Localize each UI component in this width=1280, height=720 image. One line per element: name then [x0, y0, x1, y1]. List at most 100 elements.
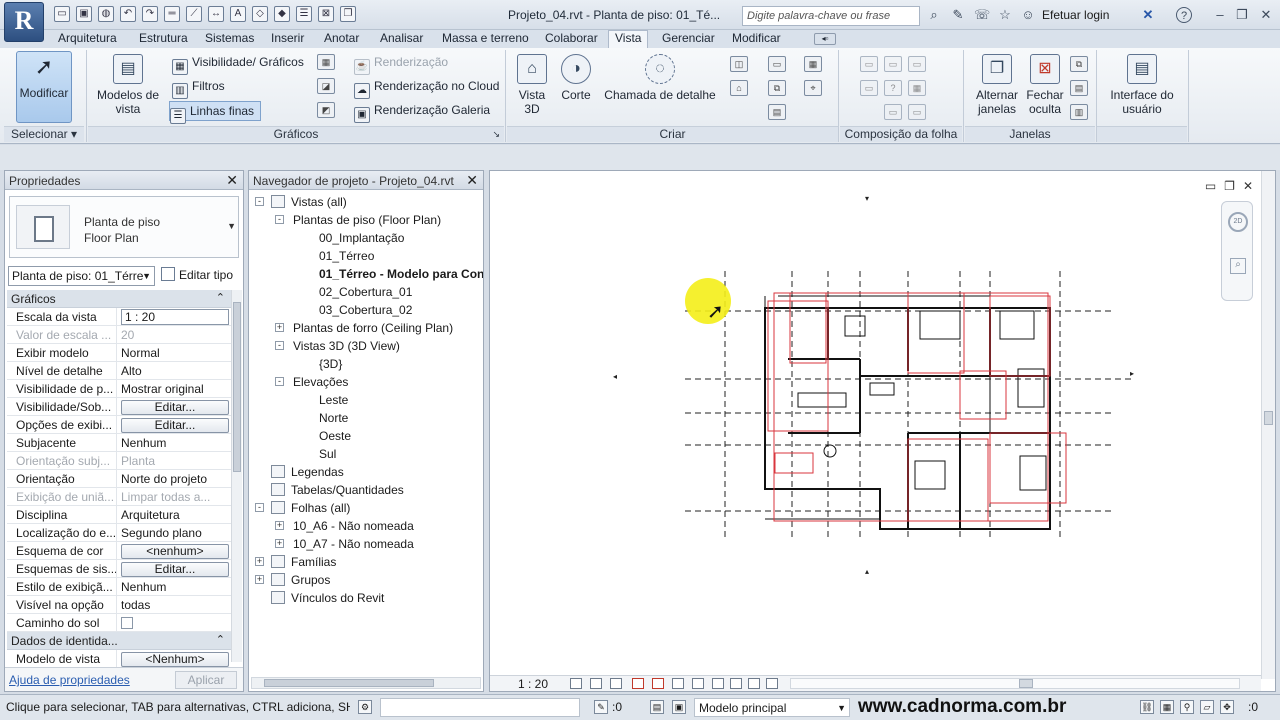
navigation-bar[interactable]: 2D ⌕ — [1221, 201, 1253, 301]
render-button[interactable]: ☕ Renderização — [354, 53, 448, 75]
close-icon[interactable]: ✕ — [466, 172, 478, 189]
status-field[interactable] — [380, 698, 580, 717]
redo-icon[interactable]: ↷ — [142, 6, 158, 22]
replicate-icon[interactable]: ⧉ — [1070, 56, 1088, 72]
tab-arquitetura[interactable]: Arquitetura — [58, 31, 117, 45]
property-value[interactable]: todas — [117, 596, 231, 613]
tree-item[interactable]: +10_A6 - Não nomeada — [249, 517, 483, 535]
tab-colaborar[interactable]: Colaborar — [545, 31, 598, 45]
tree-item[interactable]: - Vistas (all) — [249, 193, 483, 211]
property-value[interactable]: Norte do projeto — [117, 470, 231, 487]
login-link[interactable]: Efetuar login — [1042, 8, 1109, 22]
scrollbar-thumb[interactable] — [233, 302, 241, 472]
editing-requests-icon[interactable]: ✎ — [594, 700, 608, 714]
revisions-icon[interactable]: ? — [884, 80, 902, 96]
active-workset-select[interactable]: Modelo principal ▼ — [694, 698, 850, 717]
collapse-icon[interactable]: - — [255, 197, 264, 206]
dialog-launcher-icon[interactable]: ↘ — [492, 127, 500, 142]
panel-selecionar[interactable]: Selecionar ▾ — [4, 126, 84, 142]
cascade-icon[interactable]: ▤ — [1070, 80, 1088, 96]
expand-icon[interactable]: + — [255, 557, 264, 566]
property-edit-button[interactable]: Editar... — [121, 562, 229, 577]
tree-item[interactable]: - Folhas (all) — [249, 499, 483, 517]
properties-scrollbar[interactable] — [231, 290, 242, 662]
property-edit-button[interactable]: <nenhum> — [121, 544, 229, 559]
user-icon[interactable]: ☺ — [1020, 7, 1036, 23]
reveal-hidden-icon[interactable] — [712, 678, 724, 689]
tab-estrutura[interactable]: Estrutura — [139, 31, 188, 45]
crop-view-icon[interactable] — [652, 678, 664, 689]
undo-icon[interactable]: ↶ — [120, 6, 136, 22]
modify-button[interactable]: ➚ Modificar — [16, 51, 72, 123]
tree-item[interactable]: +10_A7 - Não nomeada — [249, 535, 483, 553]
scrollbar-thumb[interactable] — [1019, 679, 1033, 688]
close-hidden-icon[interactable]: ⊠ — [318, 6, 334, 22]
3d-view-button[interactable]: ⌂ Vista 3D — [512, 54, 552, 116]
drafting-view-icon[interactable]: ▭ — [768, 56, 786, 72]
properties-help-link[interactable]: Ajuda de propriedades — [9, 673, 130, 687]
place-view-icon[interactable]: ▭ — [860, 80, 878, 96]
close-window-icon[interactable]: ✕ — [1258, 7, 1274, 23]
tab-analisar[interactable]: Analisar — [380, 31, 423, 45]
tree-item[interactable]: 03_Cobertura_02 — [249, 301, 483, 319]
tree-item[interactable]: Sul — [249, 445, 483, 463]
property-edit-button[interactable]: Editar... — [121, 400, 229, 415]
sync-icon[interactable]: ◍ — [98, 6, 114, 22]
design-options-icon[interactable]: ▤ — [650, 700, 664, 714]
close-icon[interactable]: ✕ — [226, 172, 238, 189]
filters-button[interactable]: ▥ Filtros — [172, 77, 225, 99]
tab-inserir[interactable]: Inserir — [271, 31, 304, 45]
search-input[interactable]: Digite palavra-chave ou frase — [742, 6, 920, 26]
property-value[interactable]: <Nenhum> — [117, 650, 231, 667]
tree-item[interactable]: 01_Térreo - Modelo para Cons — [249, 265, 483, 283]
show-crop-icon[interactable] — [672, 678, 684, 689]
edit-type-button[interactable]: Editar tipo — [161, 267, 233, 282]
expand-icon[interactable]: + — [275, 323, 284, 332]
expand-icon[interactable]: + — [275, 521, 284, 530]
callout-button[interactable]: ◌ Chamada de detalhe — [601, 54, 719, 102]
restore-icon[interactable]: ❐ — [1234, 7, 1250, 23]
ribbon-minimize-icon[interactable]: ◂▫ — [814, 33, 836, 45]
section-icon[interactable]: ◆ — [274, 6, 290, 22]
open-icon[interactable]: ▭ — [54, 6, 70, 22]
tree-item[interactable]: - Plantas de piso (Floor Plan) — [249, 211, 483, 229]
tree-item[interactable]: 01_Térreo — [249, 247, 483, 265]
view-scale[interactable]: 1 : 20 — [518, 677, 548, 691]
scrollbar-thumb[interactable] — [264, 679, 434, 687]
tree-item[interactable]: + Grupos — [249, 571, 483, 589]
select-links-icon[interactable]: ⛓ — [1140, 700, 1154, 714]
elevation-icon[interactable]: ⌂ — [730, 80, 748, 96]
expand-icon[interactable]: + — [255, 575, 264, 584]
collapse-icon[interactable]: - — [275, 341, 284, 350]
save-icon[interactable]: ▣ — [76, 6, 92, 22]
tree-item[interactable]: + Plantas de forro (Ceiling Plan) — [249, 319, 483, 337]
scrollbar-thumb[interactable] — [1264, 411, 1273, 425]
visual-style-icon[interactable] — [590, 678, 602, 689]
collapse-icon[interactable]: - — [255, 503, 264, 512]
section-button[interactable]: ◑ Corte — [557, 54, 595, 102]
temporary-hide-icon[interactable] — [692, 678, 704, 689]
tab-vista[interactable]: Vista — [608, 30, 649, 49]
tab-sistemas[interactable]: Sistemas — [205, 31, 254, 45]
favorites-star-icon[interactable]: ☆ — [997, 7, 1013, 23]
title-block-icon[interactable]: ▭ — [884, 56, 902, 72]
cut-profile-icon[interactable]: ◩ — [317, 102, 335, 118]
tree-item[interactable]: Tabelas/Quantidades — [249, 481, 483, 499]
measure-icon[interactable]: ⟋ — [186, 6, 202, 22]
property-edit-button[interactable]: Editar... — [121, 418, 229, 433]
duplicate-view-icon[interactable]: ⧉ — [768, 80, 786, 96]
plan-views-icon[interactable]: ◫ — [730, 56, 748, 72]
guide-grid-icon[interactable]: ▦ — [908, 80, 926, 96]
legends-icon[interactable]: ▤ — [768, 104, 786, 120]
property-input[interactable]: 1 : 20 — [121, 309, 229, 325]
property-value[interactable]: Nenhum — [117, 434, 231, 451]
schedules-icon[interactable]: ▦ — [804, 56, 822, 72]
tree-item[interactable]: Vínculos do Revit — [249, 589, 483, 607]
tree-item[interactable]: Norte — [249, 409, 483, 427]
type-selector[interactable]: Planta de piso Floor Plan ▼ — [9, 196, 239, 258]
detail-level-icon[interactable] — [570, 678, 582, 689]
minimize-icon[interactable]: – — [1212, 7, 1228, 23]
communication-icon[interactable]: ☏ — [974, 7, 990, 23]
tree-item[interactable]: + Famílias — [249, 553, 483, 571]
select-pinned-icon[interactable]: ⚲ — [1180, 700, 1194, 714]
